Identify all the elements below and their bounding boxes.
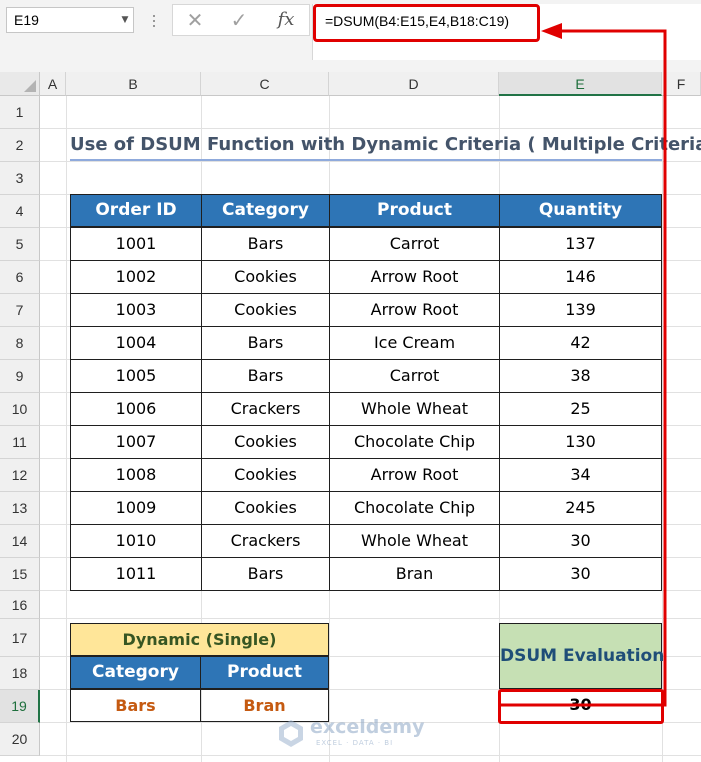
table-cell-product[interactable]: Bran (329, 557, 500, 591)
table-cell-quantity[interactable]: 245 (499, 491, 662, 525)
table-cell-product[interactable]: Arrow Root (329, 293, 500, 327)
gridline (40, 755, 701, 756)
column-header-d[interactable]: D (329, 72, 499, 96)
table-cell-category[interactable]: Bars (201, 227, 330, 261)
table-cell-product[interactable]: Arrow Root (329, 260, 500, 294)
row-header-12[interactable]: 12 (0, 459, 40, 492)
column-header-e[interactable]: E (499, 72, 662, 96)
row-header-13[interactable]: 13 (0, 492, 40, 525)
table-cell-quantity[interactable]: 130 (499, 425, 662, 459)
table-cell-quantity[interactable]: 38 (499, 359, 662, 393)
row-header-19[interactable]: 19 (0, 690, 40, 723)
gridline (40, 618, 701, 619)
formula-input[interactable]: =DSUM(B4:E15,E4,B18:C19) (325, 10, 509, 32)
row-header-18[interactable]: 18 (0, 657, 40, 690)
insert-function-button[interactable]: fx (269, 5, 303, 35)
table-cell-order-id[interactable]: 1001 (70, 227, 202, 261)
chevron-down-icon[interactable]: ▼ (118, 7, 132, 33)
row-header-6[interactable]: 6 (0, 261, 40, 294)
evaluation-label[interactable]: DSUM Evaluation (499, 623, 664, 689)
row-header-11[interactable]: 11 (0, 426, 40, 459)
table-cell-category[interactable]: Cookies (201, 458, 330, 492)
table-cell-quantity[interactable]: 25 (499, 392, 662, 426)
table-cell-category[interactable]: Bars (201, 326, 330, 360)
table-cell-quantity[interactable]: 34 (499, 458, 662, 492)
enter-icon[interactable]: ✓ (223, 5, 255, 35)
table-cell-product[interactable]: Chocolate Chip (329, 425, 500, 459)
row-header-9[interactable]: 9 (0, 360, 40, 393)
watermark-brand: exceldemy (310, 716, 425, 738)
table-cell-category[interactable]: Cookies (201, 425, 330, 459)
header-quantity[interactable]: Quantity (499, 194, 662, 227)
table-cell-category[interactable]: Cookies (201, 491, 330, 525)
table-cell-order-id[interactable]: 1008 (70, 458, 202, 492)
table-cell-order-id[interactable]: 1006 (70, 392, 202, 426)
table-cell-order-id[interactable]: 1005 (70, 359, 202, 393)
criteria-table-title[interactable]: Dynamic (Single) (70, 623, 329, 656)
table-cell-product[interactable]: Carrot (329, 227, 500, 261)
result-highlight-box (498, 689, 664, 724)
name-box[interactable]: E19 (6, 7, 134, 33)
table-cell-order-id[interactable]: 1007 (70, 425, 202, 459)
row-header-8[interactable]: 8 (0, 327, 40, 360)
table-cell-category[interactable]: Bars (201, 359, 330, 393)
column-header-c[interactable]: C (201, 72, 329, 96)
table-cell-quantity[interactable]: 30 (499, 557, 662, 591)
table-cell-product[interactable]: Arrow Root (329, 458, 500, 492)
gridline (66, 96, 67, 762)
table-cell-product[interactable]: Ice Cream (329, 326, 500, 360)
table-cell-category[interactable]: Crackers (201, 392, 330, 426)
row-header-20[interactable]: 20 (0, 723, 40, 756)
row-header-7[interactable]: 7 (0, 294, 40, 327)
table-cell-quantity[interactable]: 30 (499, 524, 662, 558)
table-cell-quantity[interactable]: 42 (499, 326, 662, 360)
row-header-17[interactable]: 17 (0, 619, 40, 657)
sheet-title: Use of DSUM Function with Dynamic Criter… (70, 128, 701, 161)
table-cell-order-id[interactable]: 1002 (70, 260, 202, 294)
row-header-5[interactable]: 5 (0, 228, 40, 261)
column-header-f[interactable]: F (662, 72, 701, 96)
row-header-2[interactable]: 2 (0, 129, 40, 162)
table-cell-product[interactable]: Chocolate Chip (329, 491, 500, 525)
column-header-b[interactable]: B (66, 72, 201, 96)
table-cell-order-id[interactable]: 1010 (70, 524, 202, 558)
row-header-14[interactable]: 14 (0, 525, 40, 558)
row-header-16[interactable]: 16 (0, 591, 40, 619)
header-order-id[interactable]: Order ID (70, 194, 202, 227)
row-header-15[interactable]: 15 (0, 558, 40, 591)
table-cell-quantity[interactable]: 146 (499, 260, 662, 294)
cancel-icon[interactable]: ✕ (179, 5, 211, 35)
table-cell-product[interactable]: Carrot (329, 359, 500, 393)
table-cell-quantity[interactable]: 137 (499, 227, 662, 261)
gridline (40, 161, 701, 162)
row-header-1[interactable]: 1 (0, 96, 40, 129)
exceldemy-logo-icon (279, 720, 303, 747)
exceldemy-watermark: exceldemy EXCEL · DATA · BI (276, 714, 426, 754)
criteria-header-product[interactable]: Product (200, 656, 329, 689)
row-header-4[interactable]: 4 (0, 195, 40, 228)
column-header-a[interactable]: A (40, 72, 66, 96)
header-category[interactable]: Category (201, 194, 330, 227)
table-cell-category[interactable]: Cookies (201, 260, 330, 294)
table-cell-order-id[interactable]: 1003 (70, 293, 202, 327)
formula-buttons: ✕ ✓ fx (172, 4, 310, 36)
table-cell-order-id[interactable]: 1009 (70, 491, 202, 525)
watermark-tagline: EXCEL · DATA · BI (316, 739, 394, 747)
table-cell-product[interactable]: Whole Wheat (329, 524, 500, 558)
select-all-triangle-icon (24, 80, 36, 92)
drag-handle-icon[interactable] (150, 11, 158, 31)
table-cell-category[interactable]: Cookies (201, 293, 330, 327)
table-cell-category[interactable]: Crackers (201, 524, 330, 558)
table-cell-category[interactable]: Bars (201, 557, 330, 591)
table-cell-quantity[interactable]: 139 (499, 293, 662, 327)
criteria-value-category[interactable]: Bars (70, 689, 201, 722)
row-header-3[interactable]: 3 (0, 162, 40, 195)
row-header-10[interactable]: 10 (0, 393, 40, 426)
criteria-header-category[interactable]: Category (70, 656, 201, 689)
table-cell-product[interactable]: Whole Wheat (329, 392, 500, 426)
table-cell-order-id[interactable]: 1004 (70, 326, 202, 360)
table-cell-order-id[interactable]: 1011 (70, 557, 202, 591)
header-product[interactable]: Product (329, 194, 500, 227)
